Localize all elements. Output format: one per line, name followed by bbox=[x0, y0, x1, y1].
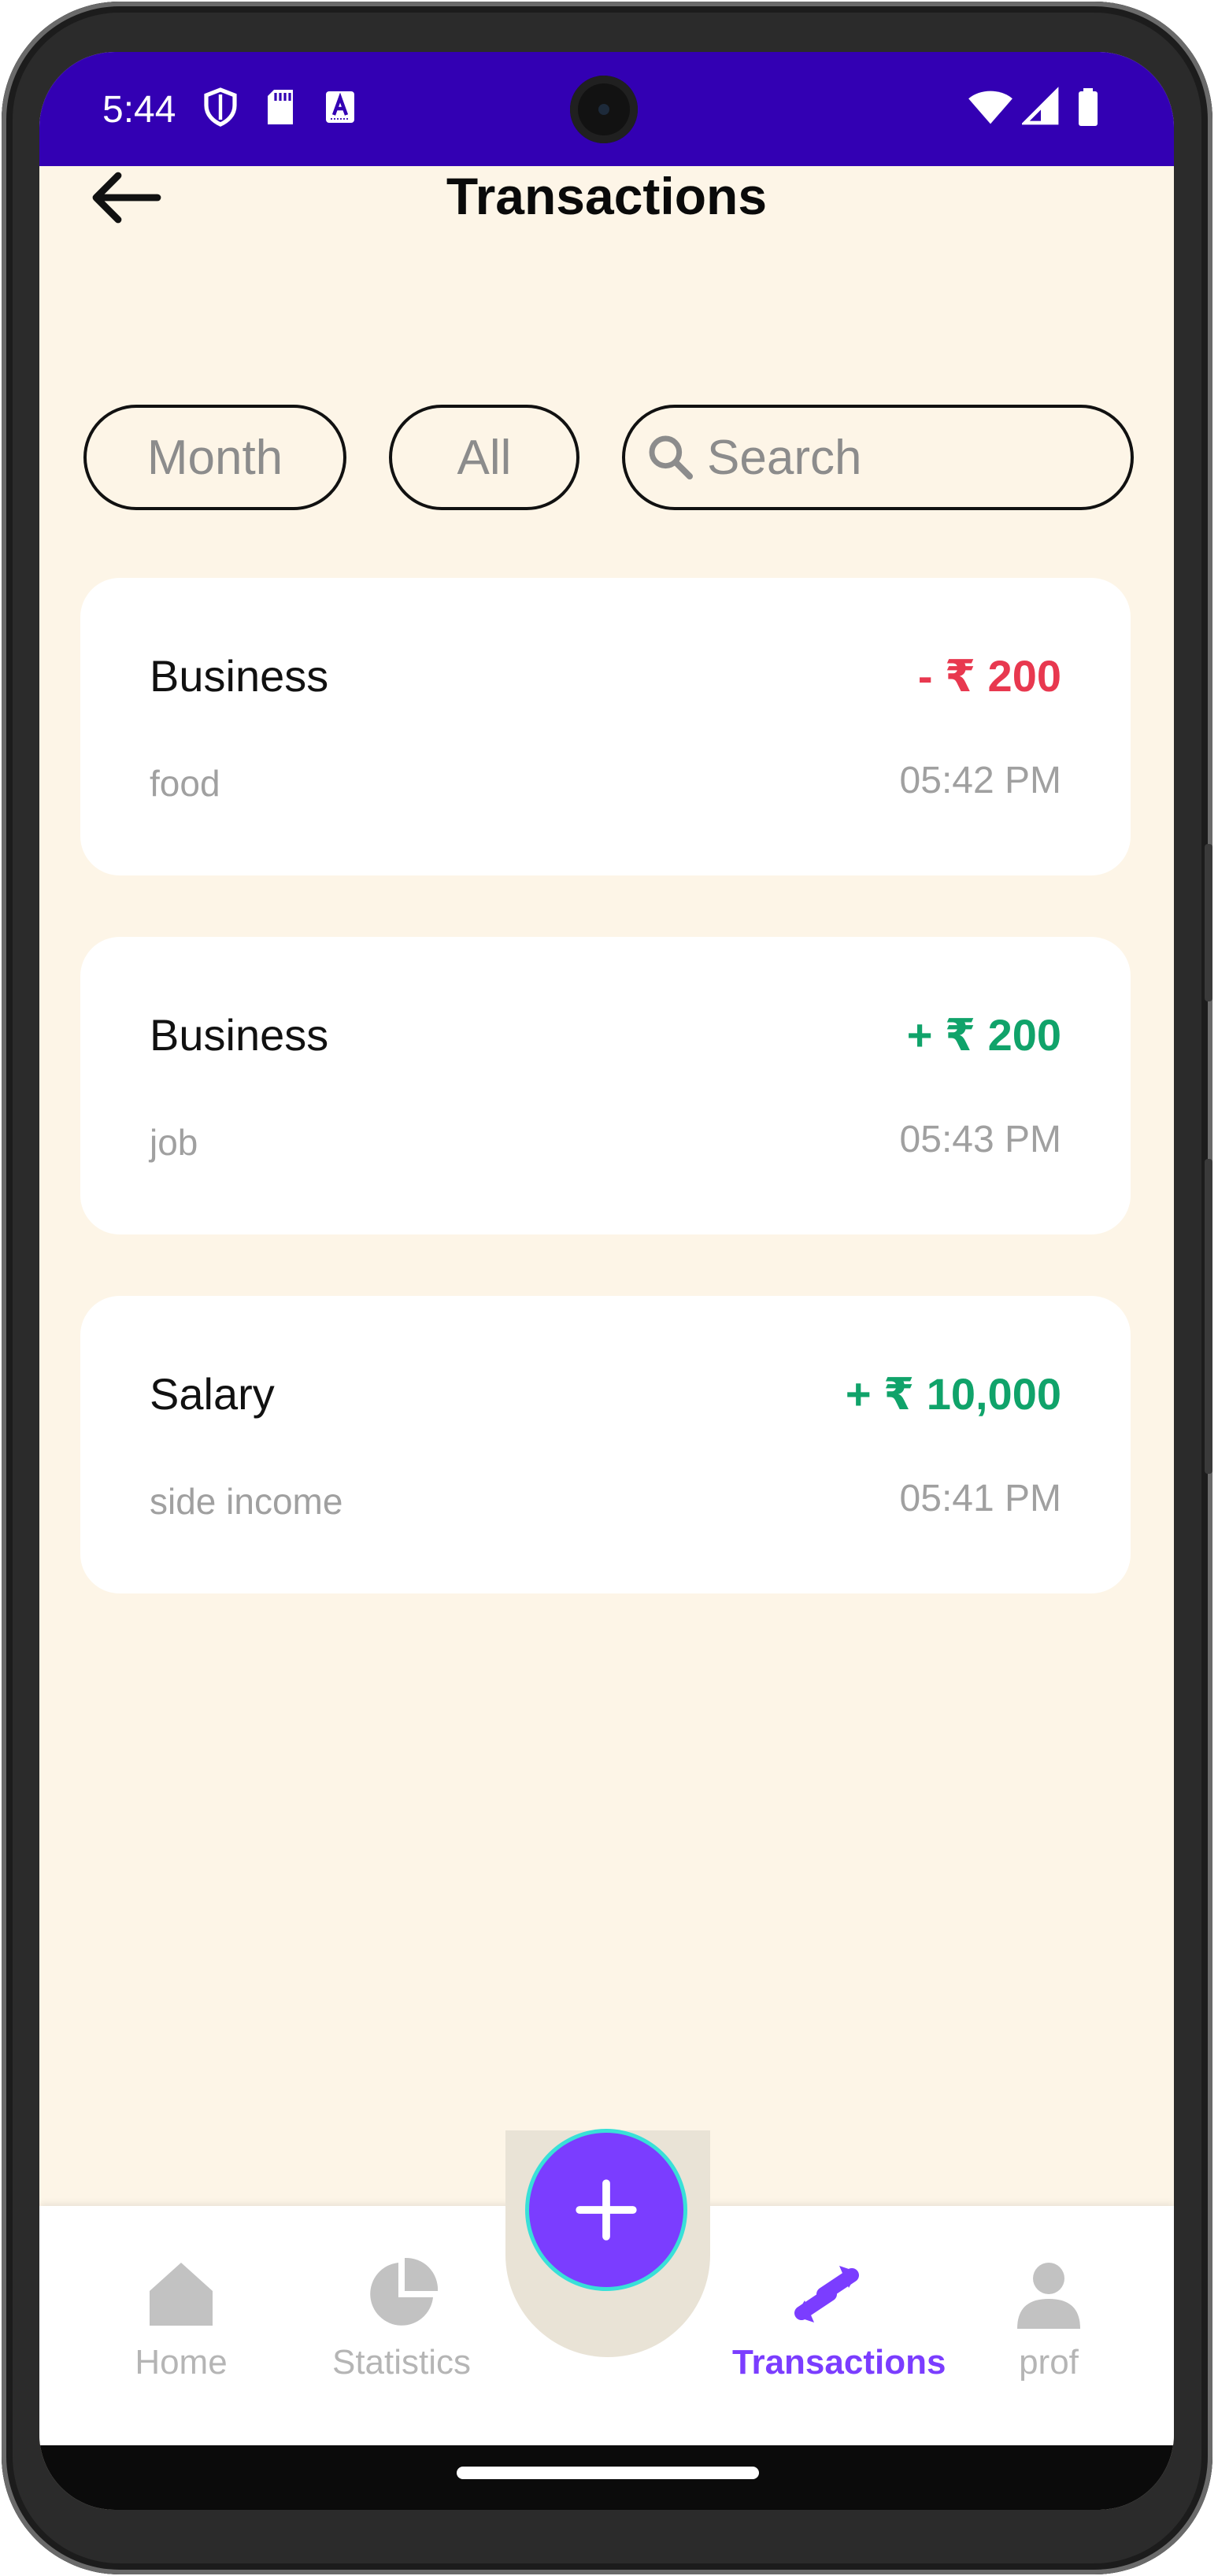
transaction-time: 05:41 PM bbox=[899, 1478, 1061, 1519]
transaction-category: Business bbox=[150, 651, 329, 701]
month-filter-button[interactable]: Month bbox=[83, 405, 346, 510]
add-transaction-button[interactable] bbox=[529, 2133, 683, 2287]
nav-label-home: Home bbox=[135, 2343, 228, 2382]
front-camera bbox=[570, 76, 638, 143]
battery-icon bbox=[1079, 88, 1098, 126]
volume-button bbox=[1205, 844, 1212, 1001]
app-screen: 5:44 Transactions Month All Search Busin… bbox=[39, 52, 1174, 2510]
nav-item-transactions[interactable]: Transactions bbox=[732, 2256, 946, 2382]
transaction-time: 05:43 PM bbox=[899, 1119, 1061, 1160]
transaction-amount: + ₹ 10,000 bbox=[845, 1369, 1061, 1419]
search-field[interactable]: Search bbox=[622, 405, 1134, 510]
pie-chart-icon bbox=[370, 2257, 439, 2326]
nav-item-profile[interactable]: prof bbox=[954, 2256, 1143, 2382]
month-filter-label: Month bbox=[146, 430, 283, 485]
nav-item-home[interactable]: Home bbox=[87, 2256, 276, 2382]
nav-label-profile: prof bbox=[1019, 2343, 1079, 2382]
type-filter-button[interactable]: All bbox=[389, 405, 579, 510]
transaction-category: Salary bbox=[150, 1369, 275, 1419]
transaction-note: job bbox=[150, 1122, 198, 1163]
transaction-note: side income bbox=[150, 1481, 343, 1522]
nav-label-transactions: Transactions bbox=[732, 2343, 946, 2382]
transfer-icon bbox=[794, 2266, 859, 2322]
transaction-card[interactable]: Business + ₹ 200 job 05:43 PM bbox=[80, 937, 1131, 1234]
shield-icon bbox=[204, 87, 237, 127]
search-icon bbox=[649, 435, 693, 479]
sd-card-icon bbox=[268, 90, 293, 124]
transaction-note: food bbox=[150, 763, 220, 804]
type-filter-label: All bbox=[457, 430, 512, 485]
person-icon bbox=[1017, 2263, 1080, 2329]
nav-item-statistics[interactable]: Statistics bbox=[307, 2256, 496, 2382]
home-indicator[interactable] bbox=[457, 2467, 759, 2479]
cell-signal-icon bbox=[1022, 87, 1059, 125]
top-app-bar: Transactions bbox=[39, 166, 1174, 324]
nav-label-statistics: Statistics bbox=[331, 2343, 472, 2382]
plus-icon bbox=[576, 2179, 637, 2241]
phone-frame: 5:44 Transactions Month All Search Busin… bbox=[2, 2, 1212, 2574]
power-button bbox=[1205, 1159, 1212, 1474]
transaction-amount: + ₹ 200 bbox=[906, 1010, 1061, 1060]
wifi-icon bbox=[968, 91, 1013, 124]
search-placeholder: Search bbox=[707, 430, 862, 485]
transaction-category: Business bbox=[150, 1010, 329, 1060]
transaction-time: 05:42 PM bbox=[899, 760, 1061, 801]
transaction-card[interactable]: Business - ₹ 200 food 05:42 PM bbox=[80, 578, 1131, 875]
page-title: Transactions bbox=[446, 167, 768, 225]
transaction-amount: - ₹ 200 bbox=[917, 651, 1061, 701]
text-a-icon bbox=[326, 91, 354, 123]
transaction-card[interactable]: Salary + ₹ 10,000 side income 05:41 PM bbox=[80, 1296, 1131, 1593]
status-time: 5:44 bbox=[102, 89, 176, 131]
home-icon bbox=[150, 2263, 213, 2326]
status-bar: 5:44 bbox=[39, 52, 1174, 166]
